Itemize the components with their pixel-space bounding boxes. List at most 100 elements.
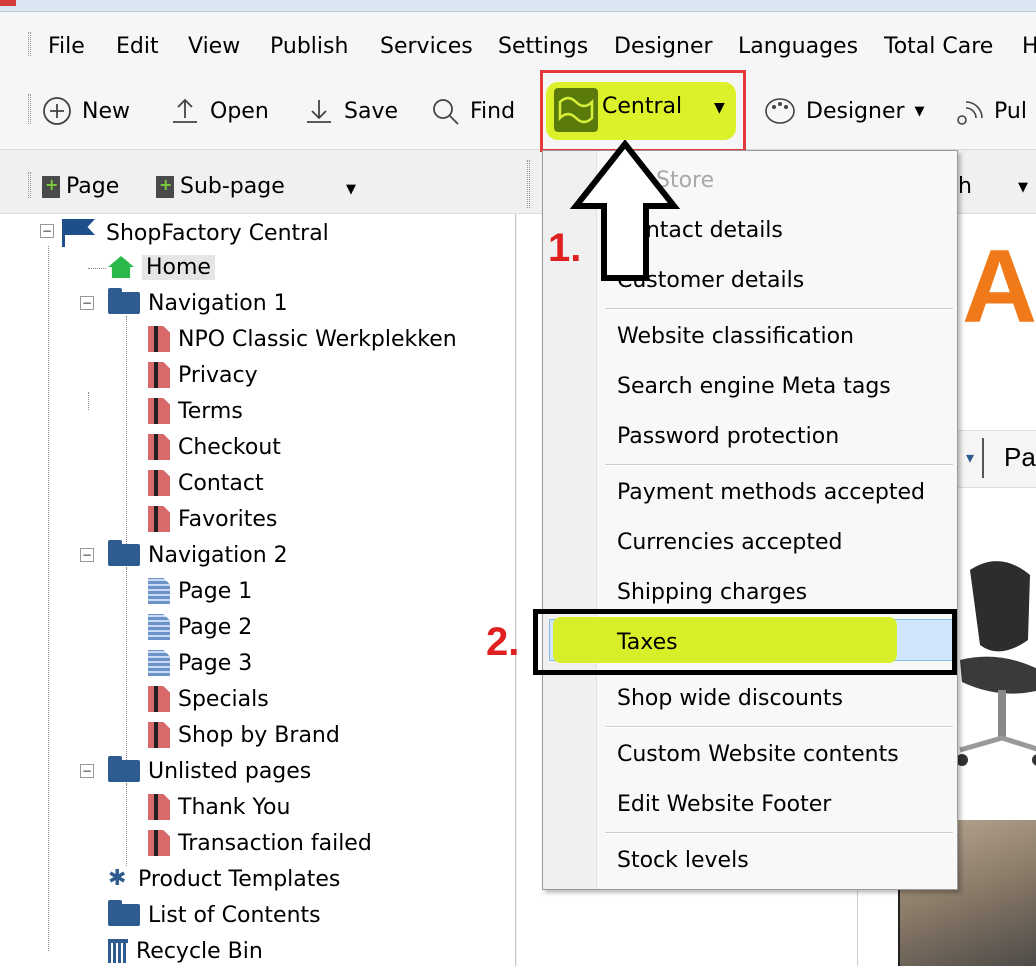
tree-item-unlisted-pages[interactable]: Unlisted pages bbox=[108, 754, 311, 788]
chevron-down-icon[interactable]: ▼ bbox=[1018, 180, 1028, 195]
tree-item-navigation-1[interactable]: Navigation 1 bbox=[108, 286, 288, 320]
page-icon bbox=[148, 650, 170, 676]
tree-item-list-of-contents[interactable]: List of Contents bbox=[108, 898, 321, 932]
collapse-unlisted[interactable]: − bbox=[80, 764, 94, 778]
tree-line bbox=[48, 246, 49, 951]
open-label: Open bbox=[210, 98, 269, 124]
plus-circle-icon bbox=[42, 96, 72, 126]
tree-item-label: Favorites bbox=[178, 506, 278, 532]
tree-root[interactable]: ShopFactory Central bbox=[62, 216, 329, 250]
tree-item-label: Page 1 bbox=[178, 578, 253, 604]
menu-item-shipping-charges[interactable]: Shipping charges bbox=[617, 573, 807, 613]
tree-item-navigation-2[interactable]: Navigation 2 bbox=[108, 538, 288, 572]
tree-line bbox=[88, 268, 106, 269]
tree-item-page[interactable]: Shop by Brand bbox=[148, 718, 340, 752]
tree-item-label: Specials bbox=[178, 686, 269, 712]
save-label: Save bbox=[344, 98, 399, 124]
folder-icon bbox=[108, 288, 140, 314]
menu-help[interactable]: H bbox=[1022, 34, 1036, 60]
add-subpage-button[interactable]: Sub-page bbox=[156, 174, 285, 199]
tree-item-label: Contact bbox=[178, 470, 264, 496]
folder-icon bbox=[108, 540, 140, 566]
page-icon bbox=[148, 326, 170, 352]
tree-item-page[interactable]: Terms bbox=[148, 394, 243, 428]
tree-toolbar-grip[interactable] bbox=[28, 172, 31, 198]
download-arrow-icon bbox=[304, 96, 334, 126]
menu-item-shop-wide-discounts[interactable]: Shop wide discounts bbox=[617, 679, 843, 719]
tree-item-home[interactable]: Home bbox=[108, 250, 215, 284]
menu-item-password-protection[interactable]: Password protection bbox=[617, 417, 839, 457]
menu-bar: File Edit View Publish Services Settings… bbox=[0, 12, 1036, 72]
palette-icon bbox=[764, 96, 796, 126]
main-toolbar: New Open Save Find Designer ▼ Pul bbox=[0, 72, 1036, 150]
collapse-nav1[interactable]: − bbox=[80, 296, 94, 310]
menu-total-care[interactable]: Total Care bbox=[884, 34, 993, 60]
tree-toolbar-dropdown[interactable]: ▼ bbox=[346, 182, 356, 197]
tree-item-page[interactable]: Thank You bbox=[148, 790, 290, 824]
tree-item-page[interactable]: Page 2 bbox=[148, 610, 252, 644]
menu-item-payment-methods[interactable]: Payment methods accepted bbox=[617, 473, 925, 513]
page-icon bbox=[148, 794, 170, 820]
collapse-nav2[interactable]: − bbox=[80, 548, 94, 562]
publish-button[interactable]: Pul bbox=[954, 94, 1027, 128]
page-icon bbox=[148, 470, 170, 496]
menu-publish[interactable]: Publish bbox=[270, 34, 348, 60]
tree-item-page[interactable]: Transaction failed bbox=[148, 826, 372, 860]
upload-arrow-icon bbox=[170, 96, 200, 126]
menu-designer[interactable]: Designer bbox=[614, 34, 713, 60]
folder-icon bbox=[108, 756, 140, 782]
tree-item-label: Privacy bbox=[178, 362, 258, 388]
tree-item-product-templates[interactable]: ✱ Product Templates bbox=[108, 862, 340, 896]
menu-file[interactable]: File bbox=[48, 34, 85, 60]
menu-services[interactable]: Services bbox=[380, 34, 473, 60]
save-button[interactable]: Save bbox=[304, 94, 398, 128]
open-button[interactable]: Open bbox=[170, 94, 269, 128]
add-subpage-label: Sub-page bbox=[180, 174, 285, 199]
step-2-label: 2. bbox=[486, 620, 520, 664]
tree-item-page[interactable]: Checkout bbox=[148, 430, 281, 464]
menu-settings[interactable]: Settings bbox=[498, 34, 588, 60]
designer-label: Designer bbox=[806, 98, 905, 124]
designer-button[interactable]: Designer ▼ bbox=[764, 94, 925, 128]
page-icon bbox=[148, 722, 170, 748]
add-page-button[interactable]: Page bbox=[42, 174, 119, 199]
preview-nav-item[interactable]: Pa bbox=[1004, 442, 1036, 473]
menu-edit[interactable]: Edit bbox=[116, 34, 159, 60]
tree-item-label: Thank You bbox=[178, 794, 291, 820]
tree-item-page[interactable]: Contact bbox=[148, 466, 264, 500]
tree-item-recycle-bin[interactable]: Recycle Bin bbox=[108, 934, 263, 966]
preview-nav-caret: ▾ bbox=[966, 448, 975, 467]
tree-item-page[interactable]: Page 3 bbox=[148, 646, 252, 680]
menu-item-stock-levels[interactable]: Stock levels bbox=[617, 841, 749, 881]
menu-item-website-classification[interactable]: Website classification bbox=[617, 317, 854, 357]
find-label: Find bbox=[470, 98, 516, 124]
tree-item-page[interactable]: NPO Classic Werkplekken bbox=[148, 322, 457, 356]
editor-grip[interactable] bbox=[527, 160, 530, 208]
menu-languages[interactable]: Languages bbox=[738, 34, 858, 60]
step-1-label: 1. bbox=[548, 226, 582, 270]
menu-item-custom-website-contents[interactable]: Custom Website contents bbox=[617, 735, 899, 775]
tree-item-page[interactable]: Specials bbox=[148, 682, 269, 716]
tree-item-label: Page 3 bbox=[178, 650, 253, 676]
tree-item-page[interactable]: Privacy bbox=[148, 358, 258, 392]
menu-grip[interactable] bbox=[28, 32, 31, 56]
page-icon bbox=[148, 362, 170, 388]
new-button[interactable]: New bbox=[42, 94, 130, 128]
menu-item-edit-website-footer[interactable]: Edit Website Footer bbox=[617, 785, 831, 825]
chevron-down-icon: ▼ bbox=[346, 182, 356, 197]
tree-item-page[interactable]: Favorites bbox=[148, 502, 277, 536]
site-tree: − ShopFactory Central Home − Navigation … bbox=[0, 216, 516, 966]
flag-icon bbox=[62, 219, 98, 247]
tree-item-recycle-bin-label: Recycle Bin bbox=[136, 938, 263, 964]
menu-view[interactable]: View bbox=[188, 34, 240, 60]
preview-nav-divider bbox=[982, 438, 984, 478]
menu-item-currencies[interactable]: Currencies accepted bbox=[617, 523, 843, 563]
tree-item-page[interactable]: Page 1 bbox=[148, 574, 252, 608]
collapse-root[interactable]: − bbox=[40, 224, 54, 238]
menu-item-search-meta-tags[interactable]: Search engine Meta tags bbox=[617, 367, 891, 407]
preview-toolbar-label[interactable]: h bbox=[958, 174, 972, 199]
find-button[interactable]: Find bbox=[430, 94, 515, 128]
brand-logo-text: Ar bbox=[962, 229, 1036, 345]
add-subpage-icon bbox=[156, 175, 174, 198]
toolbar-grip[interactable] bbox=[28, 94, 31, 124]
